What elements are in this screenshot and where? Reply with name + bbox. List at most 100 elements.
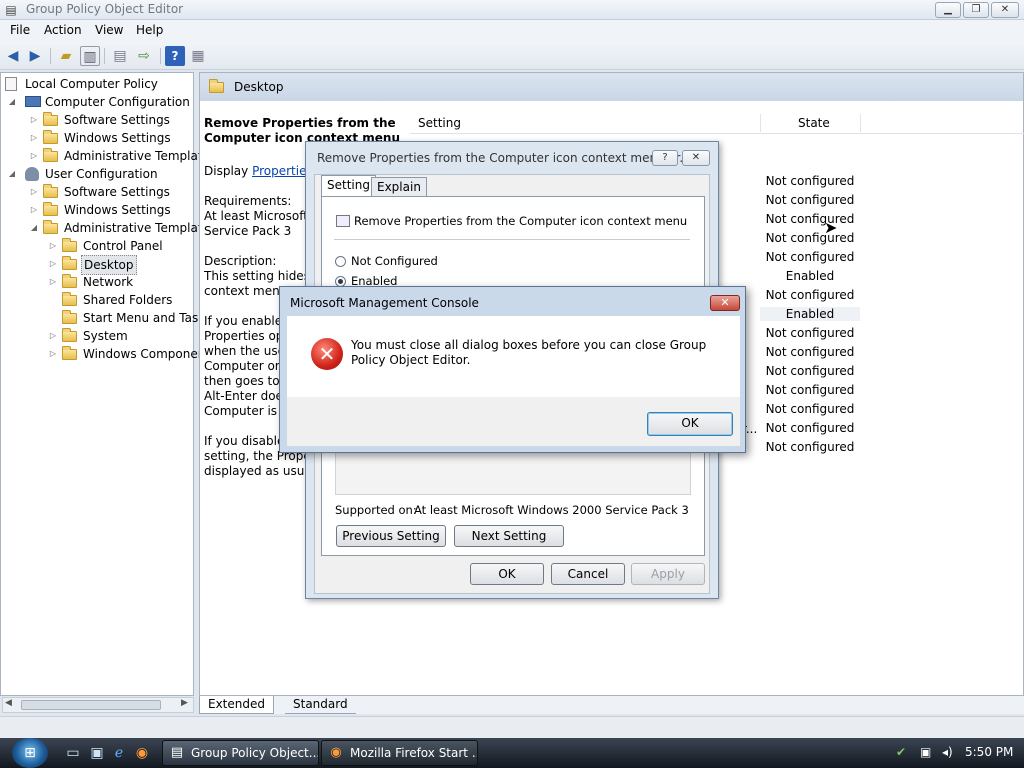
show-desktop-icon[interactable]: ▭ [64,744,82,762]
maximize-button[interactable]: ❐ [963,2,989,18]
previous-setting-button[interactable]: Previous Setting [336,525,446,547]
toolbar-separator [104,48,105,64]
expand-arrow-icon[interactable]: ▷ [48,327,58,345]
state-cell[interactable]: Not configured [760,364,860,378]
network-tray-icon[interactable]: ✔ [896,745,906,759]
tree-label: Local Computer Policy [25,77,158,91]
state-cell[interactable]: Not configured [760,174,860,188]
tab-explain[interactable]: Explain [371,177,427,197]
help-button[interactable]: ? [652,150,678,166]
scroll-left-icon[interactable]: ◀ [5,698,12,708]
taskbar-item-firefox[interactable]: ◉ Mozilla Firefox Start ... [321,740,478,766]
gpo-app-icon: ▤ [170,745,184,760]
state-cell[interactable]: Enabled [760,269,860,283]
firefox-icon[interactable]: ◉ [133,744,151,762]
next-setting-button[interactable]: Next Setting [454,525,564,547]
folder-icon [62,310,77,324]
state-cell[interactable]: Not configured [760,250,860,264]
tab-setting[interactable]: Setting [321,175,376,197]
state-cell[interactable]: Not configured [760,326,860,340]
state-cell[interactable]: Not configured [760,402,860,416]
folder-icon [62,256,77,270]
menu-view[interactable]: View [95,23,123,37]
state-cell[interactable]: Not configured [760,193,860,207]
menu-action[interactable]: Action [44,23,82,37]
start-button[interactable]: ⊞ [12,738,48,768]
error-icon: ✕ [311,338,343,370]
close-button[interactable]: ✕ [991,2,1019,18]
help-icon[interactable]: ? [165,46,185,66]
window-title: Group Policy Object Editor [26,2,184,16]
tree-label: Desktop [81,255,137,275]
column-header-setting[interactable]: Setting [418,116,461,130]
dialog-title: Remove Properties from the Computer icon… [317,151,691,165]
minimize-button[interactable]: ▁ [935,2,961,18]
menu-file[interactable]: File [10,23,30,37]
error-ok-button[interactable]: OK [647,412,733,436]
error-dialog-title: Microsoft Management Console [290,296,479,310]
export-list-icon[interactable]: ⇨ [134,46,154,66]
state-cell[interactable]: Not configured [760,231,860,245]
expand-arrow-icon[interactable]: ▷ [48,273,58,291]
error-close-button[interactable]: ✕ [710,295,740,311]
tab-standard[interactable]: Standard [285,696,356,714]
display-label: Display [204,164,249,178]
column-divider[interactable] [860,114,861,132]
back-icon[interactable]: ◀ [3,46,23,66]
tree-label: Network [83,275,134,289]
apply-button[interactable]: Apply [631,563,705,585]
column-header-state[interactable]: State [798,116,830,130]
tree-horizontal-scrollbar[interactable]: ◀ ▶ [2,697,194,713]
state-cell[interactable]: Not configured [760,383,860,397]
collapse-arrow-icon[interactable]: ◢ [7,93,17,111]
error-message: You must close all dialog boxes before y… [351,338,707,367]
column-divider[interactable] [760,114,761,132]
ok-button[interactable]: OK [470,563,544,585]
volume-tray-icon[interactable]: ◂) [942,745,953,759]
filter-icon[interactable]: ▦ [188,46,208,66]
expand-arrow-icon[interactable]: ▷ [29,111,39,129]
state-cell[interactable]: Enabled [760,307,860,321]
expand-arrow-icon[interactable]: ▷ [48,237,58,255]
show-hide-tree-icon[interactable]: ▥ [80,46,100,66]
taskbar-item-gpo[interactable]: ▤ Group Policy Object... [162,740,319,766]
cancel-button[interactable]: Cancel [551,563,625,585]
folder-icon [62,238,77,252]
internet-explorer-icon[interactable]: ℯ [110,744,128,762]
properties-link[interactable]: Properties [252,164,313,178]
state-cell[interactable]: Not configured [760,288,860,302]
state-cell[interactable]: Not configured [760,421,860,435]
tree-label: Administrative Template [64,221,210,235]
scroll-thumb[interactable] [21,700,161,710]
expand-arrow-icon[interactable]: ▷ [48,255,58,273]
dialog-close-button[interactable]: ✕ [682,150,710,166]
tree-label: Software Settings [64,185,170,199]
computer-icon [25,96,41,107]
up-folder-icon[interactable]: ▰ [56,46,76,66]
tree-pane: Local Computer Policy ◢ Computer Configu… [0,72,210,696]
expand-arrow-icon[interactable]: ▷ [29,183,39,201]
expand-arrow-icon[interactable]: ▷ [48,345,58,363]
radio-not-configured-label[interactable]: Not Configured [351,254,438,268]
switch-windows-icon[interactable]: ▣ [88,744,106,762]
expand-arrow-icon[interactable]: ▷ [29,201,39,219]
expand-arrow-icon[interactable]: ▷ [29,147,39,165]
scroll-right-icon[interactable]: ▶ [181,698,188,708]
monitor-tray-icon[interactable]: ▣ [920,745,931,759]
radio-not-configured[interactable] [335,256,346,267]
collapse-arrow-icon[interactable]: ◢ [7,165,17,183]
forward-icon[interactable]: ▶ [25,46,45,66]
menu-help[interactable]: Help [136,23,163,37]
collapse-arrow-icon[interactable]: ◢ [29,219,39,237]
tree-label: Windows Componer [83,347,203,361]
expand-arrow-icon[interactable]: ▷ [29,129,39,147]
state-cell[interactable]: Not configured [760,440,860,454]
clock[interactable]: 5:50 PM [965,745,1013,759]
state-cell[interactable]: Not configured [760,212,860,226]
tab-extended[interactable]: Extended [199,696,274,714]
view-tabs: Extended Standard [199,696,1024,714]
state-cell[interactable]: Not configured [760,345,860,359]
firefox-icon: ◉ [330,745,342,760]
folder-icon [43,184,58,198]
properties-icon[interactable]: ▤ [110,46,130,66]
